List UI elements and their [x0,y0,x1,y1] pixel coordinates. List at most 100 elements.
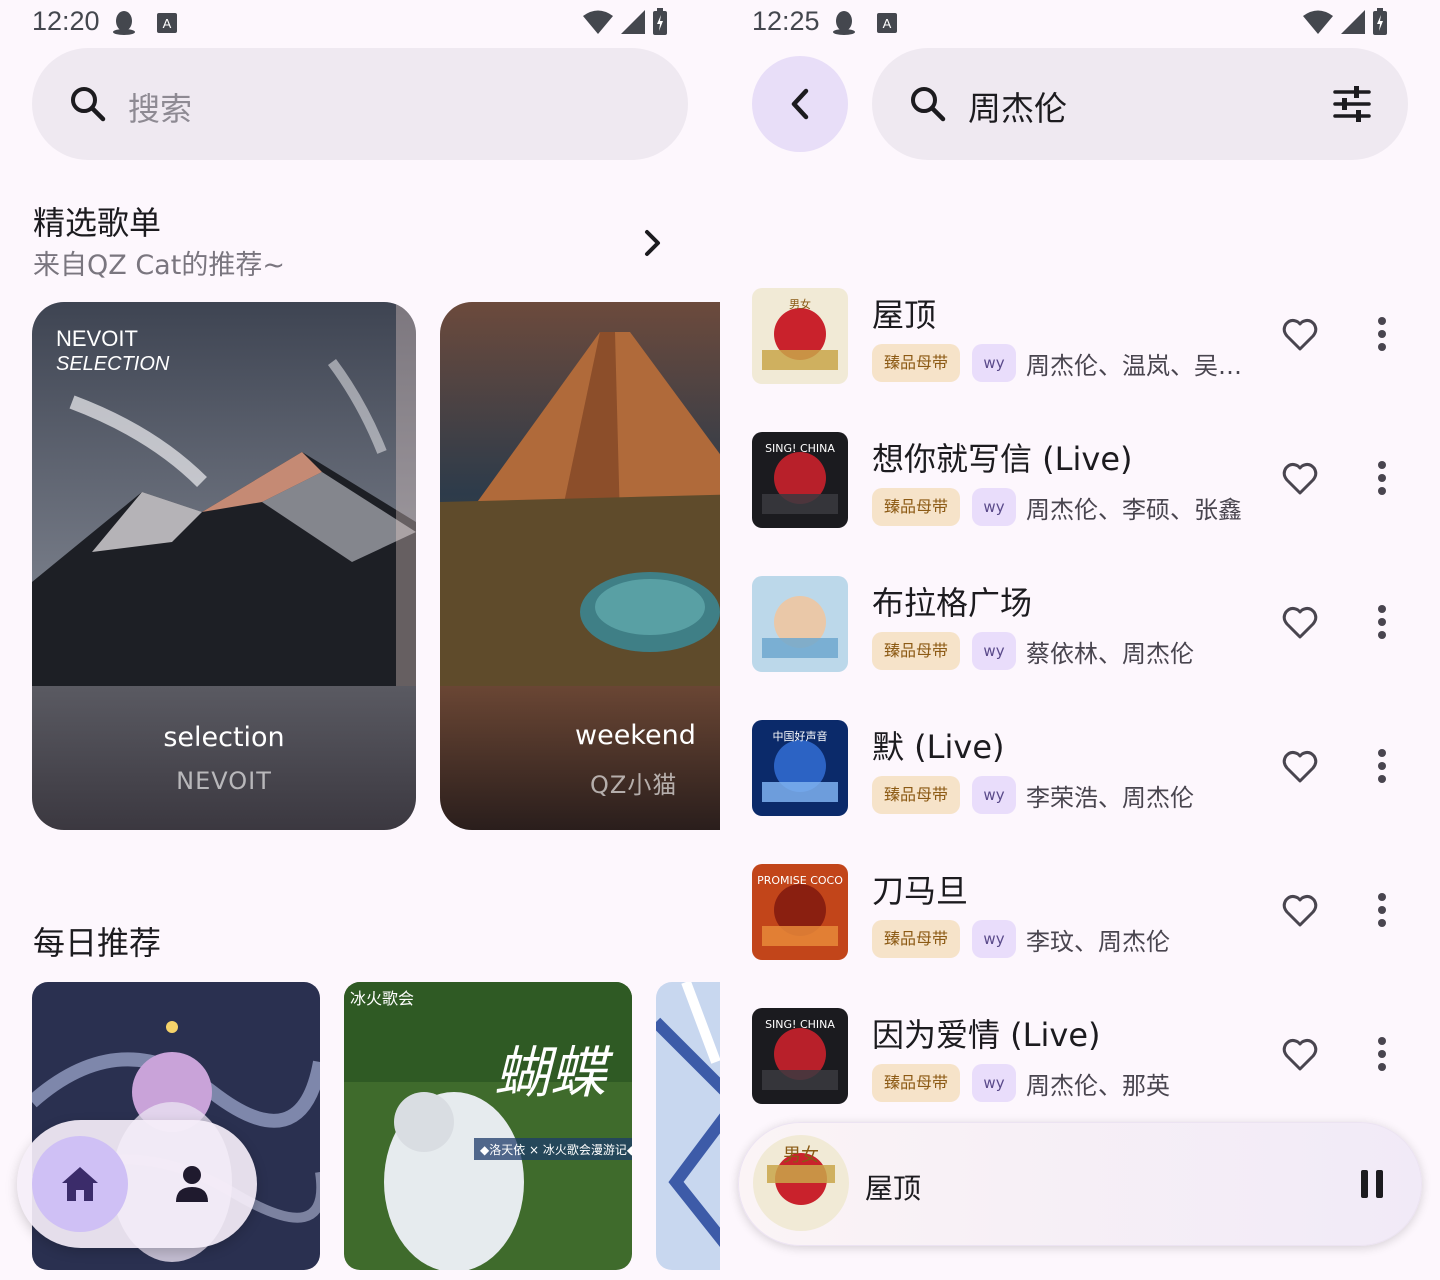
nav-profile-button[interactable] [144,1136,240,1232]
search-icon [71,87,106,122]
search-icon [911,87,946,122]
song-row[interactable]: PROMISE COCO 刀马旦 臻品母带 wy 李玟、周杰伦 [720,864,1440,1008]
song-cover: SING! CHINA [752,432,848,528]
song-artists: 李荣浩、周杰伦 [1026,784,1194,812]
daily-art-text-2: 蝴蝶 [494,1041,614,1106]
song-cover-text: SING! CHINA [765,1018,835,1031]
battery-icon [653,8,667,35]
heart-icon[interactable] [1282,750,1318,784]
status-bar: 12:20 A [0,0,720,46]
source-badge: wy [972,776,1016,814]
song-title: 想你就写信 (Live) [872,440,1133,478]
playlist-cover-mountain: NEVOIT SELECTION [32,302,416,686]
quality-badge: 臻品母带 [872,488,961,526]
quality-badge: 臻品母带 [872,1064,961,1102]
heart-icon[interactable] [1282,462,1318,496]
more-vert-icon[interactable] [1372,460,1392,496]
song-title: 刀马旦 [872,872,969,910]
song-cover-text: 中国好声音 [773,729,828,743]
anime-art-icon [656,982,720,1270]
player-cover: 男女 [753,1135,849,1231]
song-title: 屋顶 [872,296,937,334]
mini-player[interactable]: 男女 屋顶 [738,1122,1422,1246]
status-time: 12:20 [32,6,100,36]
daily-art-text: 冰火歌会 [350,989,414,1008]
qq-penguin-icon [113,11,135,35]
search-placeholder: 搜索 [128,90,193,128]
player-cover-text: 男女 [783,1145,819,1166]
daily-cover-2[interactable]: 冰火歌会 蝴蝶 ◆洛天依 × 冰火歌会漫游记◆ [344,982,632,1270]
playlist-author: QZ小猫 [590,771,678,799]
quality-badge: 臻品母带 [872,920,961,958]
daily-cover-3[interactable] [656,982,720,1270]
card-art-label-1: NEVOIT [56,326,138,351]
bottom-navigation [17,1120,257,1248]
qq-penguin-icon [833,11,855,35]
song-row[interactable]: 男女 屋顶 臻品母带 wy 周杰伦、温岚、吴… [720,288,1440,432]
filter-settings-icon[interactable] [1332,84,1372,124]
more-vert-icon[interactable] [1372,748,1392,784]
search-bar[interactable]: 周杰伦 [872,48,1408,160]
song-cover-text: 男女 [789,297,811,311]
song-cover: 中国好声音 [752,720,848,816]
playlist-title: weekend [575,720,696,751]
signal-icon [1341,10,1365,34]
keyboard-a-icon: A [877,13,897,33]
chevron-left-icon [791,88,809,120]
song-cover: PROMISE COCO [752,864,848,960]
card-band [440,686,720,830]
song-cover: SING! CHINA [752,1008,848,1104]
battery-icon [1373,8,1387,35]
search-query[interactable]: 周杰伦 [968,82,1067,130]
daily-art-caption: ◆洛天依 × 冰火歌会漫游记◆ [480,1142,632,1157]
source-badge: wy [972,920,1016,958]
search-bar[interactable]: 搜索 [32,48,688,160]
quality-badge: 臻品母带 [872,632,961,670]
source-badge: wy [972,632,1016,670]
featured-section-title: 精选歌单 [33,204,162,242]
pause-icon[interactable] [1359,1169,1385,1199]
wifi-icon [583,10,613,34]
heart-icon[interactable] [1282,894,1318,928]
playlist-cover-volcano [440,302,720,686]
source-badge: wy [972,488,1016,526]
song-cover [752,576,848,672]
song-row[interactable]: 中国好声音 默 (Live) 臻品母带 wy 李荣浩、周杰伦 [720,720,1440,864]
right-screen: 12:25 A 周杰伦 男女 屋顶 臻品母带 wy 周杰伦、温岚、吴… SING… [720,0,1440,1280]
back-button[interactable] [752,56,848,152]
playlist-card-weekend[interactable]: weekend QZ小猫 [440,302,720,830]
playlist-title: selection [163,722,285,753]
status-time: 12:25 [752,6,820,36]
song-title: 因为爱情 (Live) [872,1016,1101,1054]
source-badge: wy [972,1064,1016,1102]
quality-badge: 臻品母带 [872,776,961,814]
song-cover-text: SING! CHINA [765,442,835,455]
song-cover-text: PROMISE COCO [757,874,843,887]
daily-section-title: 每日推荐 [33,924,162,962]
song-artists: 蔡依林、周杰伦 [1026,640,1194,668]
svg-text:A: A [163,16,172,31]
card-art-label-2: SELECTION [56,353,170,375]
playlist-card-selection[interactable]: NEVOIT SELECTION selection NEVOIT [32,302,416,830]
wifi-icon [1303,10,1333,34]
chevron-right-icon[interactable] [640,228,666,258]
heart-icon[interactable] [1282,1038,1318,1072]
song-row[interactable]: 布拉格广场 臻品母带 wy 蔡依林、周杰伦 [720,576,1440,720]
card-band [32,686,416,830]
song-artists: 李玟、周杰伦 [1026,928,1170,956]
more-vert-icon[interactable] [1372,604,1392,640]
song-cover: 男女 [752,288,848,384]
left-screen: 12:20 A 搜索 精选歌单 来自QZ Cat的推荐~ NEVOIT SELE… [0,0,720,1280]
nav-home-button[interactable] [32,1136,128,1232]
more-vert-icon[interactable] [1372,316,1392,352]
song-artists: 周杰伦、温岚、吴… [1026,352,1242,380]
song-title: 布拉格广场 [872,584,1033,622]
song-row[interactable]: SING! CHINA 想你就写信 (Live) 臻品母带 wy 周杰伦、李硕、… [720,432,1440,576]
person-icon [176,1166,208,1202]
more-vert-icon[interactable] [1372,892,1392,928]
more-vert-icon[interactable] [1372,1036,1392,1072]
svg-text:A: A [883,16,892,31]
heart-icon[interactable] [1282,318,1318,352]
song-artists: 周杰伦、李硕、张鑫 [1026,496,1242,524]
heart-icon[interactable] [1282,606,1318,640]
